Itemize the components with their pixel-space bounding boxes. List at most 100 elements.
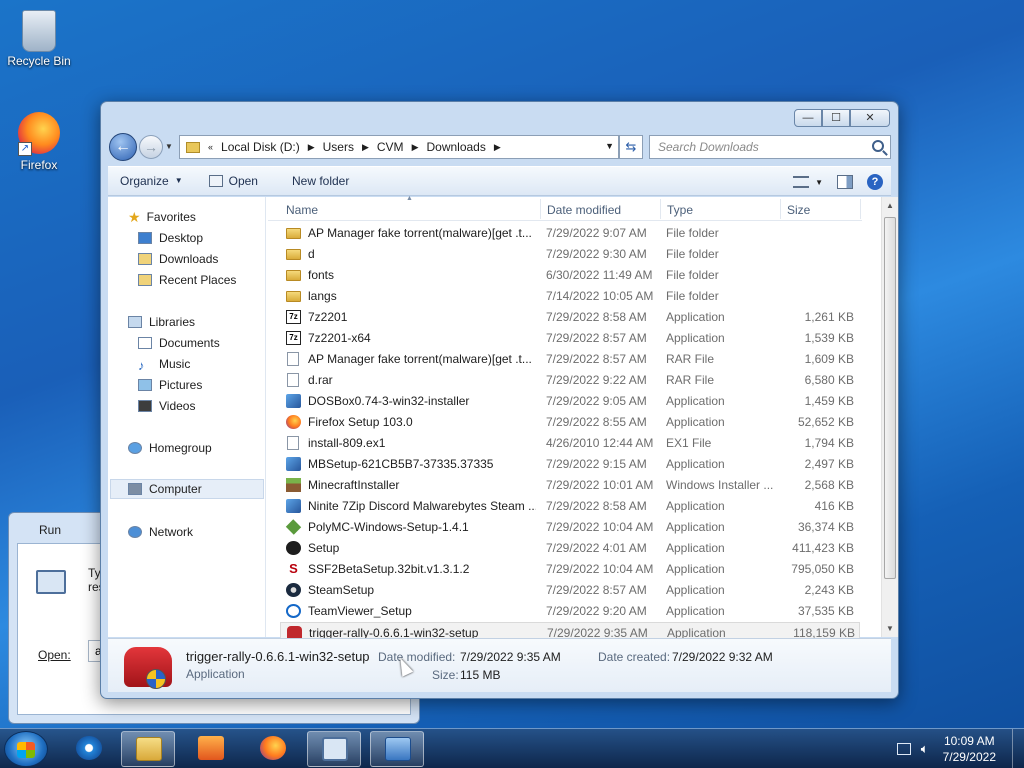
minimize-button[interactable]: — — [794, 109, 822, 127]
chevron-down-icon[interactable]: ▼ — [815, 178, 823, 187]
address-bar[interactable]: « Local Disk (D:) ▶ Users ▶ CVM ▶ Downlo… — [179, 135, 619, 159]
nav-homegroup[interactable]: Homegroup — [128, 438, 212, 458]
nav-network[interactable]: Network — [128, 522, 193, 542]
file-row[interactable]: d 7/29/2022 9:30 AM File folder — [280, 244, 860, 265]
column-date-modified[interactable]: Date modified — [547, 203, 621, 217]
file-row[interactable]: MBSetup-621CB5B7-37335.37335 7/29/2022 9:… — [280, 454, 860, 475]
close-button[interactable]: ✕ — [850, 109, 890, 127]
file-row[interactable]: 7z 7z2201-x64 7/29/2022 8:57 AM Application… — [280, 328, 860, 349]
vertical-scrollbar[interactable]: ▲ ▼ — [881, 197, 898, 637]
file-row[interactable]: Setup 7/29/2022 4:01 AM Application 411,423… — [280, 538, 860, 559]
column-size[interactable]: Size — [787, 203, 810, 217]
file-row[interactable]: install-809.ex1 4/26/2010 12:44 AM EX1 Fil… — [280, 433, 860, 454]
application-icon — [286, 457, 301, 471]
organize-button[interactable]: Organize ▼ — [108, 168, 193, 194]
scrollbar-thumb[interactable] — [884, 217, 896, 579]
explorer-window[interactable]: — ☐ ✕ ← → ▼ « Local Disk (D:) ▶ Users ▶ … — [100, 101, 899, 699]
seven-zip-icon: 7z — [286, 331, 301, 345]
taskbar-media-player[interactable] — [184, 731, 238, 767]
desktop-icon-firefox[interactable]: ↗ Firefox — [1, 112, 77, 172]
file-row[interactable]: langs 7/14/2022 10:05 AM File folder — [280, 286, 860, 307]
setup-icon — [286, 541, 301, 555]
chevron-right-icon[interactable]: ▶ — [362, 142, 369, 153]
file-name: SSF2BetaSetup.32bit.v1.3.1.2 — [308, 562, 470, 576]
file-name: Setup — [308, 541, 340, 555]
taskbar-internet-explorer[interactable] — [62, 731, 116, 767]
file-row[interactable]: PolyMC-Windows-Setup-1.4.1 7/29/2022 10:0… — [280, 517, 860, 538]
folder-icon — [286, 291, 301, 302]
nav-music[interactable]: ♪ Music — [138, 354, 190, 374]
change-view-icon[interactable] — [793, 176, 810, 188]
scroll-up-icon[interactable]: ▲ — [886, 201, 894, 210]
breadcrumb-local-disk[interactable]: Local Disk (D:) — [221, 140, 300, 154]
network-icon[interactable] — [896, 743, 911, 755]
taskbar-control-panel[interactable] — [370, 731, 424, 767]
nav-documents[interactable]: Documents — [138, 333, 220, 353]
search-input[interactable]: Search Downloads — [649, 135, 891, 159]
nav-downloads[interactable]: Downloads — [138, 249, 218, 269]
file-row[interactable]: MinecraftInstaller 7/29/2022 10:01 AM Wind… — [280, 475, 860, 496]
file-row[interactable]: DOSBox0.74-3-win32-installer 7/29/2022 9:… — [280, 391, 860, 412]
column-type[interactable]: Type — [667, 203, 693, 217]
breadcrumb-users[interactable]: Users — [323, 140, 354, 154]
file-date-modified: 7/29/2022 10:04 AM — [546, 520, 654, 534]
file-row[interactable]: AP Manager fake torrent(malware)[get .t.… — [280, 349, 860, 370]
search-icon[interactable] — [872, 140, 884, 152]
maximize-button[interactable]: ☐ — [822, 109, 850, 127]
preview-pane-icon[interactable] — [837, 175, 853, 189]
music-icon: ♪ — [138, 358, 145, 373]
chevron-right-icon[interactable]: ▶ — [412, 142, 419, 153]
file-row[interactable]: SteamSetup 7/29/2022 8:57 AM Application 2,… — [280, 580, 860, 601]
address-dropdown-icon[interactable]: ▼ — [605, 141, 614, 151]
file-type: Application — [666, 310, 725, 324]
details-date-modified-label: Date modified: — [378, 650, 456, 664]
chevron-right-icon[interactable]: ▶ — [494, 142, 501, 153]
back-button[interactable]: ← — [109, 133, 137, 161]
nav-libraries[interactable]: Libraries — [128, 312, 195, 332]
nav-favorites[interactable]: ★ Favorites — [128, 207, 196, 227]
clock[interactable]: 10:09 AM 7/29/2022 — [943, 733, 996, 765]
show-desktop-button[interactable] — [1012, 729, 1024, 768]
column-name[interactable]: Name — [286, 203, 318, 217]
details-date-created: 7/29/2022 9:32 AM — [672, 650, 773, 664]
scroll-down-icon[interactable]: ▼ — [886, 624, 894, 633]
file-row[interactable]: Ninite 7Zip Discord Malwarebytes Steam .… — [280, 496, 860, 517]
desktop-icon-label: Firefox — [20, 158, 58, 172]
ssf2-icon: S — [286, 562, 301, 576]
file-row[interactable]: 7z 7z2201 7/29/2022 8:58 AM Application 1,26… — [280, 307, 860, 328]
file-size: 6,580 KB — [804, 373, 854, 387]
file-row[interactable]: TeamViewer_Setup 7/29/2022 9:20 AM Applica… — [280, 601, 860, 622]
nav-label: Favorites — [146, 210, 196, 224]
taskbar-run[interactable] — [307, 731, 361, 767]
file-date-modified: 7/29/2022 4:01 AM — [546, 541, 647, 555]
breadcrumb-cvm[interactable]: CVM — [377, 140, 404, 154]
command-bar-right: ▼ ? — [793, 167, 883, 197]
recent-pages-dropdown[interactable]: ▼ — [165, 142, 173, 151]
file-row[interactable]: Firefox Setup 103.0 7/29/2022 8:55 AM Appl… — [280, 412, 860, 433]
file-row[interactable]: S SSF2BetaSetup.32bit.v1.3.1.2 7/29/2022 1… — [280, 559, 860, 580]
file-size: 795,050 KB — [791, 562, 854, 576]
open-button[interactable]: Open — [199, 168, 268, 194]
open-label: Open — [228, 174, 258, 188]
nav-recent-places[interactable]: Recent Places — [138, 270, 236, 290]
nav-desktop[interactable]: Desktop — [138, 228, 203, 248]
chevron-right-icon[interactable]: ▶ — [308, 142, 315, 153]
file-row[interactable]: d.rar 7/29/2022 9:22 AM RAR File 6,580 KB — [280, 370, 860, 391]
nav-videos[interactable]: Videos — [138, 396, 195, 416]
nav-pictures[interactable]: Pictures — [138, 375, 202, 395]
file-row[interactable]: AP Manager fake torrent(malware)[get .t.… — [280, 223, 860, 244]
taskbar-firefox[interactable] — [246, 731, 300, 767]
speaker-icon[interactable]: 🔈︎ — [921, 741, 929, 757]
help-icon[interactable]: ? — [867, 174, 883, 190]
nav-computer[interactable]: Computer — [110, 479, 264, 499]
run-open-label: Open: — [38, 648, 71, 662]
file-row[interactable]: fonts 6/30/2022 11:49 AM File folder — [280, 265, 860, 286]
new-folder-button[interactable]: New folder — [282, 168, 359, 194]
refresh-button[interactable]: ⇆ — [619, 135, 643, 159]
desktop-icon-recycle-bin[interactable]: Recycle Bin — [1, 6, 77, 68]
forward-button[interactable]: → — [139, 135, 163, 159]
start-button[interactable] — [4, 731, 48, 767]
taskbar-windows-explorer[interactable] — [121, 731, 175, 767]
file-name: AP Manager fake torrent(malware)[get .t.… — [308, 226, 532, 240]
breadcrumb-downloads[interactable]: Downloads — [426, 140, 485, 154]
